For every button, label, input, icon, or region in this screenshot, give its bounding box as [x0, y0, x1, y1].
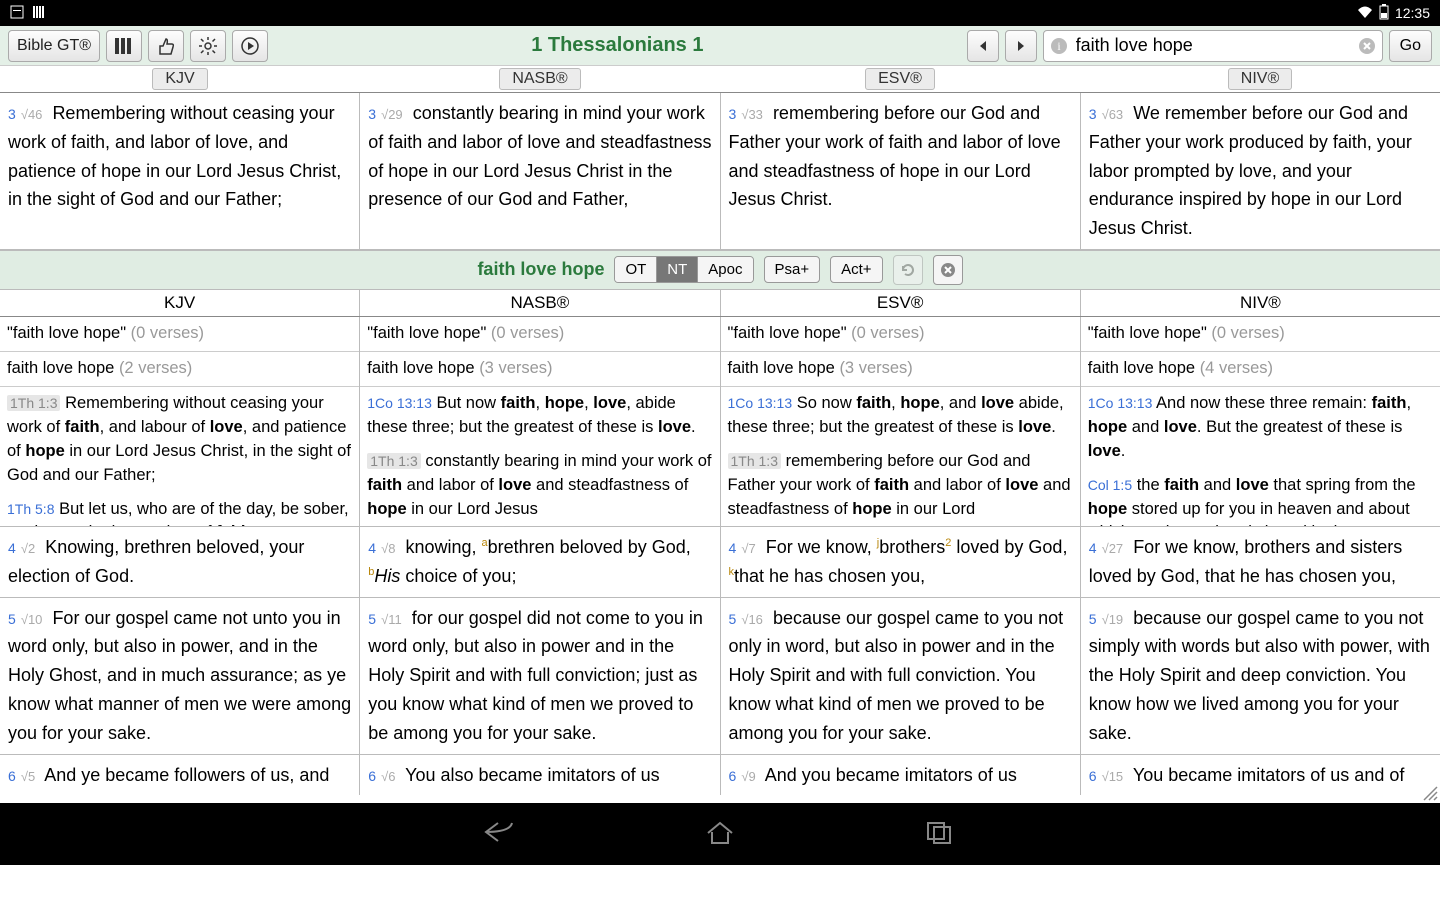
verse-row-3: 3 √46 Remembering without ceasing your w…	[0, 93, 1440, 250]
app-title-button[interactable]: Bible GT®	[8, 30, 100, 62]
cell-niv-6[interactable]: 6 √15 You became imitators of us and of	[1081, 755, 1440, 796]
res-kjv-2[interactable]: 1Th 5:8 But let us, who are of the day, …	[0, 493, 359, 527]
back-icon[interactable]	[480, 817, 520, 852]
testament-segment: OT NT Apoc	[614, 256, 753, 283]
res-niv-2[interactable]: Col 1:5 the faith and love that spring f…	[1081, 469, 1440, 527]
cell-kjv-3[interactable]: 3 √46 Remembering without ceasing your w…	[0, 93, 360, 249]
cell-niv-3[interactable]: 3 √63 We remember before our God and Fat…	[1081, 93, 1440, 249]
passage-title[interactable]: 1 Thessalonians 1	[274, 34, 961, 57]
act-plus-button[interactable]: Act+	[830, 256, 882, 283]
version-tab-nasb[interactable]: NASB®	[499, 68, 580, 90]
res-col-niv: "faith love hope" (0 verses) faith love …	[1081, 317, 1440, 526]
cell-kjv-4[interactable]: 4 √2 Knowing, brethren beloved, your ele…	[0, 527, 360, 597]
panels-icon[interactable]	[106, 30, 142, 62]
play-icon[interactable]	[232, 30, 268, 62]
seg-apoc[interactable]: Apoc	[698, 257, 752, 282]
verse-row-4: 4 √2 Knowing, brethren beloved, your ele…	[0, 527, 1440, 598]
seg-nt[interactable]: NT	[657, 257, 698, 282]
search-term-label: faith love hope	[477, 259, 604, 280]
cell-niv-4[interactable]: 4 √27 For we know, brothers and sisters …	[1081, 527, 1440, 597]
res-plain-esv[interactable]: faith love hope (3 verses)	[721, 352, 1080, 387]
seg-ot[interactable]: OT	[615, 257, 657, 282]
res-col-kjv: "faith love hope" (0 verses) faith love …	[0, 317, 360, 526]
cell-esv-6[interactable]: 6 √9 And you became imitators of us	[721, 755, 1081, 796]
version-headers-results: KJV NASB® ESV® NIV®	[0, 290, 1440, 317]
cell-nasb-3[interactable]: 3 √29 constantly bearing in mind your wo…	[360, 93, 720, 249]
close-results-icon[interactable]	[933, 255, 963, 285]
psa-plus-button[interactable]: Psa+	[764, 256, 821, 283]
res-col-nasb: "faith love hope" (0 verses) faith love …	[360, 317, 720, 526]
search-results: "faith love hope" (0 verses) faith love …	[0, 317, 1440, 527]
res-niv-1[interactable]: 1Co 13:13 And now these three remain: fa…	[1081, 387, 1440, 469]
res-plain-niv[interactable]: faith love hope (4 verses)	[1081, 352, 1440, 387]
app-notification-icon-1	[10, 5, 24, 22]
res-head-nasb: NASB®	[360, 290, 720, 316]
search-input[interactable]	[1070, 35, 1356, 56]
android-status-bar: 12:35	[0, 0, 1440, 26]
next-chapter-button[interactable]	[1005, 30, 1037, 62]
settings-gear-icon[interactable]	[190, 30, 226, 62]
res-esv-2[interactable]: 1Th 1:3 remembering before our God and F…	[721, 445, 1080, 527]
search-results-bar: faith love hope OT NT Apoc Psa+ Act+	[0, 250, 1440, 290]
cell-esv-5[interactable]: 5 √16 because our gospel came to you not…	[721, 598, 1081, 754]
version-tab-esv[interactable]: ESV®	[865, 68, 935, 90]
info-icon[interactable]: i	[1048, 35, 1070, 57]
cell-esv-4[interactable]: 4 √7 For we know, jbrothers2 loved by Go…	[721, 527, 1081, 597]
res-quoted-niv[interactable]: "faith love hope" (0 verses)	[1081, 317, 1440, 352]
wifi-icon	[1357, 5, 1373, 22]
version-tab-niv[interactable]: NIV®	[1228, 68, 1292, 90]
recents-icon[interactable]	[920, 817, 960, 852]
thumbs-up-icon[interactable]	[148, 30, 184, 62]
prev-chapter-button[interactable]	[967, 30, 999, 62]
verse-row-6: 6 √5 And ye became followers of us, and …	[0, 755, 1440, 796]
clear-search-icon[interactable]	[1356, 35, 1378, 57]
cell-kjv-6[interactable]: 6 √5 And ye became followers of us, and	[0, 755, 360, 796]
version-tab-kjv[interactable]: KJV	[152, 68, 207, 90]
app-notification-icon-2	[32, 5, 46, 22]
res-quoted-kjv[interactable]: "faith love hope" (0 verses)	[0, 317, 359, 352]
res-col-esv: "faith love hope" (0 verses) faith love …	[721, 317, 1081, 526]
res-nasb-2[interactable]: 1Th 1:3 constantly bearing in mind your …	[360, 445, 719, 527]
main-content: 3 √46 Remembering without ceasing your w…	[0, 93, 1440, 865]
home-icon[interactable]	[700, 817, 740, 852]
cell-niv-5[interactable]: 5 √19 because our gospel came to you not…	[1081, 598, 1440, 754]
go-button[interactable]: Go	[1389, 30, 1432, 62]
res-nasb-1[interactable]: 1Co 13:13 But now faith, hope, love, abi…	[360, 387, 719, 445]
res-head-esv: ESV®	[721, 290, 1081, 316]
cell-nasb-5[interactable]: 5 √11 for our gospel did not come to you…	[360, 598, 720, 754]
res-head-kjv: KJV	[0, 290, 360, 316]
battery-icon	[1379, 4, 1389, 23]
refresh-icon[interactable]	[893, 255, 923, 285]
res-esv-1[interactable]: 1Co 13:13 So now faith, hope, and love a…	[721, 387, 1080, 445]
res-quoted-esv[interactable]: "faith love hope" (0 verses)	[721, 317, 1080, 352]
res-kjv-1[interactable]: 1Th 1:3 Remembering without ceasing your…	[0, 387, 359, 493]
search-container: i	[1043, 30, 1383, 62]
android-nav-bar	[0, 803, 1440, 865]
verse-row-5: 5 √10 For our gospel came not unto you i…	[0, 598, 1440, 755]
version-headers-top: KJV NASB® ESV® NIV®	[0, 66, 1440, 93]
res-quoted-nasb[interactable]: "faith love hope" (0 verses)	[360, 317, 719, 352]
status-time: 12:35	[1395, 5, 1430, 21]
resize-handle-icon[interactable]	[1420, 783, 1438, 801]
res-plain-nasb[interactable]: faith love hope (3 verses)	[360, 352, 719, 387]
cell-esv-3[interactable]: 3 √33 remembering before our God and Fat…	[721, 93, 1081, 249]
cell-nasb-6[interactable]: 6 √6 You also became imitators of us	[360, 755, 720, 796]
res-head-niv: NIV®	[1081, 290, 1440, 316]
res-plain-kjv[interactable]: faith love hope (2 verses)	[0, 352, 359, 387]
cell-kjv-5[interactable]: 5 √10 For our gospel came not unto you i…	[0, 598, 360, 754]
app-toolbar: Bible GT® 1 Thessalonians 1 i Go	[0, 26, 1440, 66]
cell-nasb-4[interactable]: 4 √8 knowing, abrethren beloved by God, …	[360, 527, 720, 597]
